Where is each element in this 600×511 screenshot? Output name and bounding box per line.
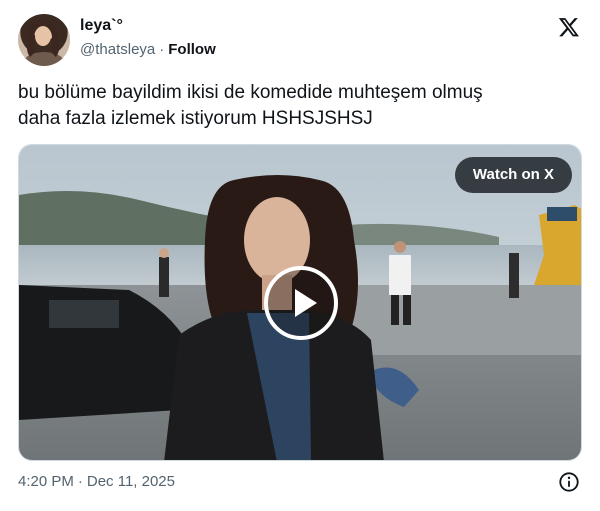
tweet-text: bu bölüme bayildim ikisi de komedide muh… [18,80,582,132]
timestamp[interactable]: 4:20 PM · Dec 11, 2025 [18,473,175,490]
avatar[interactable] [18,14,70,66]
tweet-time: 4:20 PM [18,473,74,490]
info-icon[interactable] [558,471,580,493]
tweet-text-line: bu bölüme bayildim ikisi de komedide muh… [18,82,483,103]
follow-button[interactable]: Follow [168,41,216,58]
video-player[interactable]: Watch on X [18,144,582,461]
tweet-text-line: daha fazla izlemek istiyorum HSHSJSHSJ [18,108,373,129]
tweet-footer: 4:20 PM · Dec 11, 2025 [18,471,582,495]
tweet-header: leya`° @thatsleya · Follow [18,14,582,66]
handle-line: @thatsleya · Follow [80,41,216,58]
x-logo-icon[interactable] [558,16,580,38]
avatar-face [35,26,51,46]
handle-separator: · [159,41,165,58]
play-triangle [295,289,317,317]
timestamp-separator: · [77,473,83,490]
watch-on-x-button[interactable]: Watch on X [454,157,572,193]
display-name[interactable]: leya`° [80,17,123,35]
tweet-date: Dec 11, 2025 [86,473,175,490]
user-handle[interactable]: @thatsleya [80,41,155,58]
play-icon[interactable] [264,266,338,340]
